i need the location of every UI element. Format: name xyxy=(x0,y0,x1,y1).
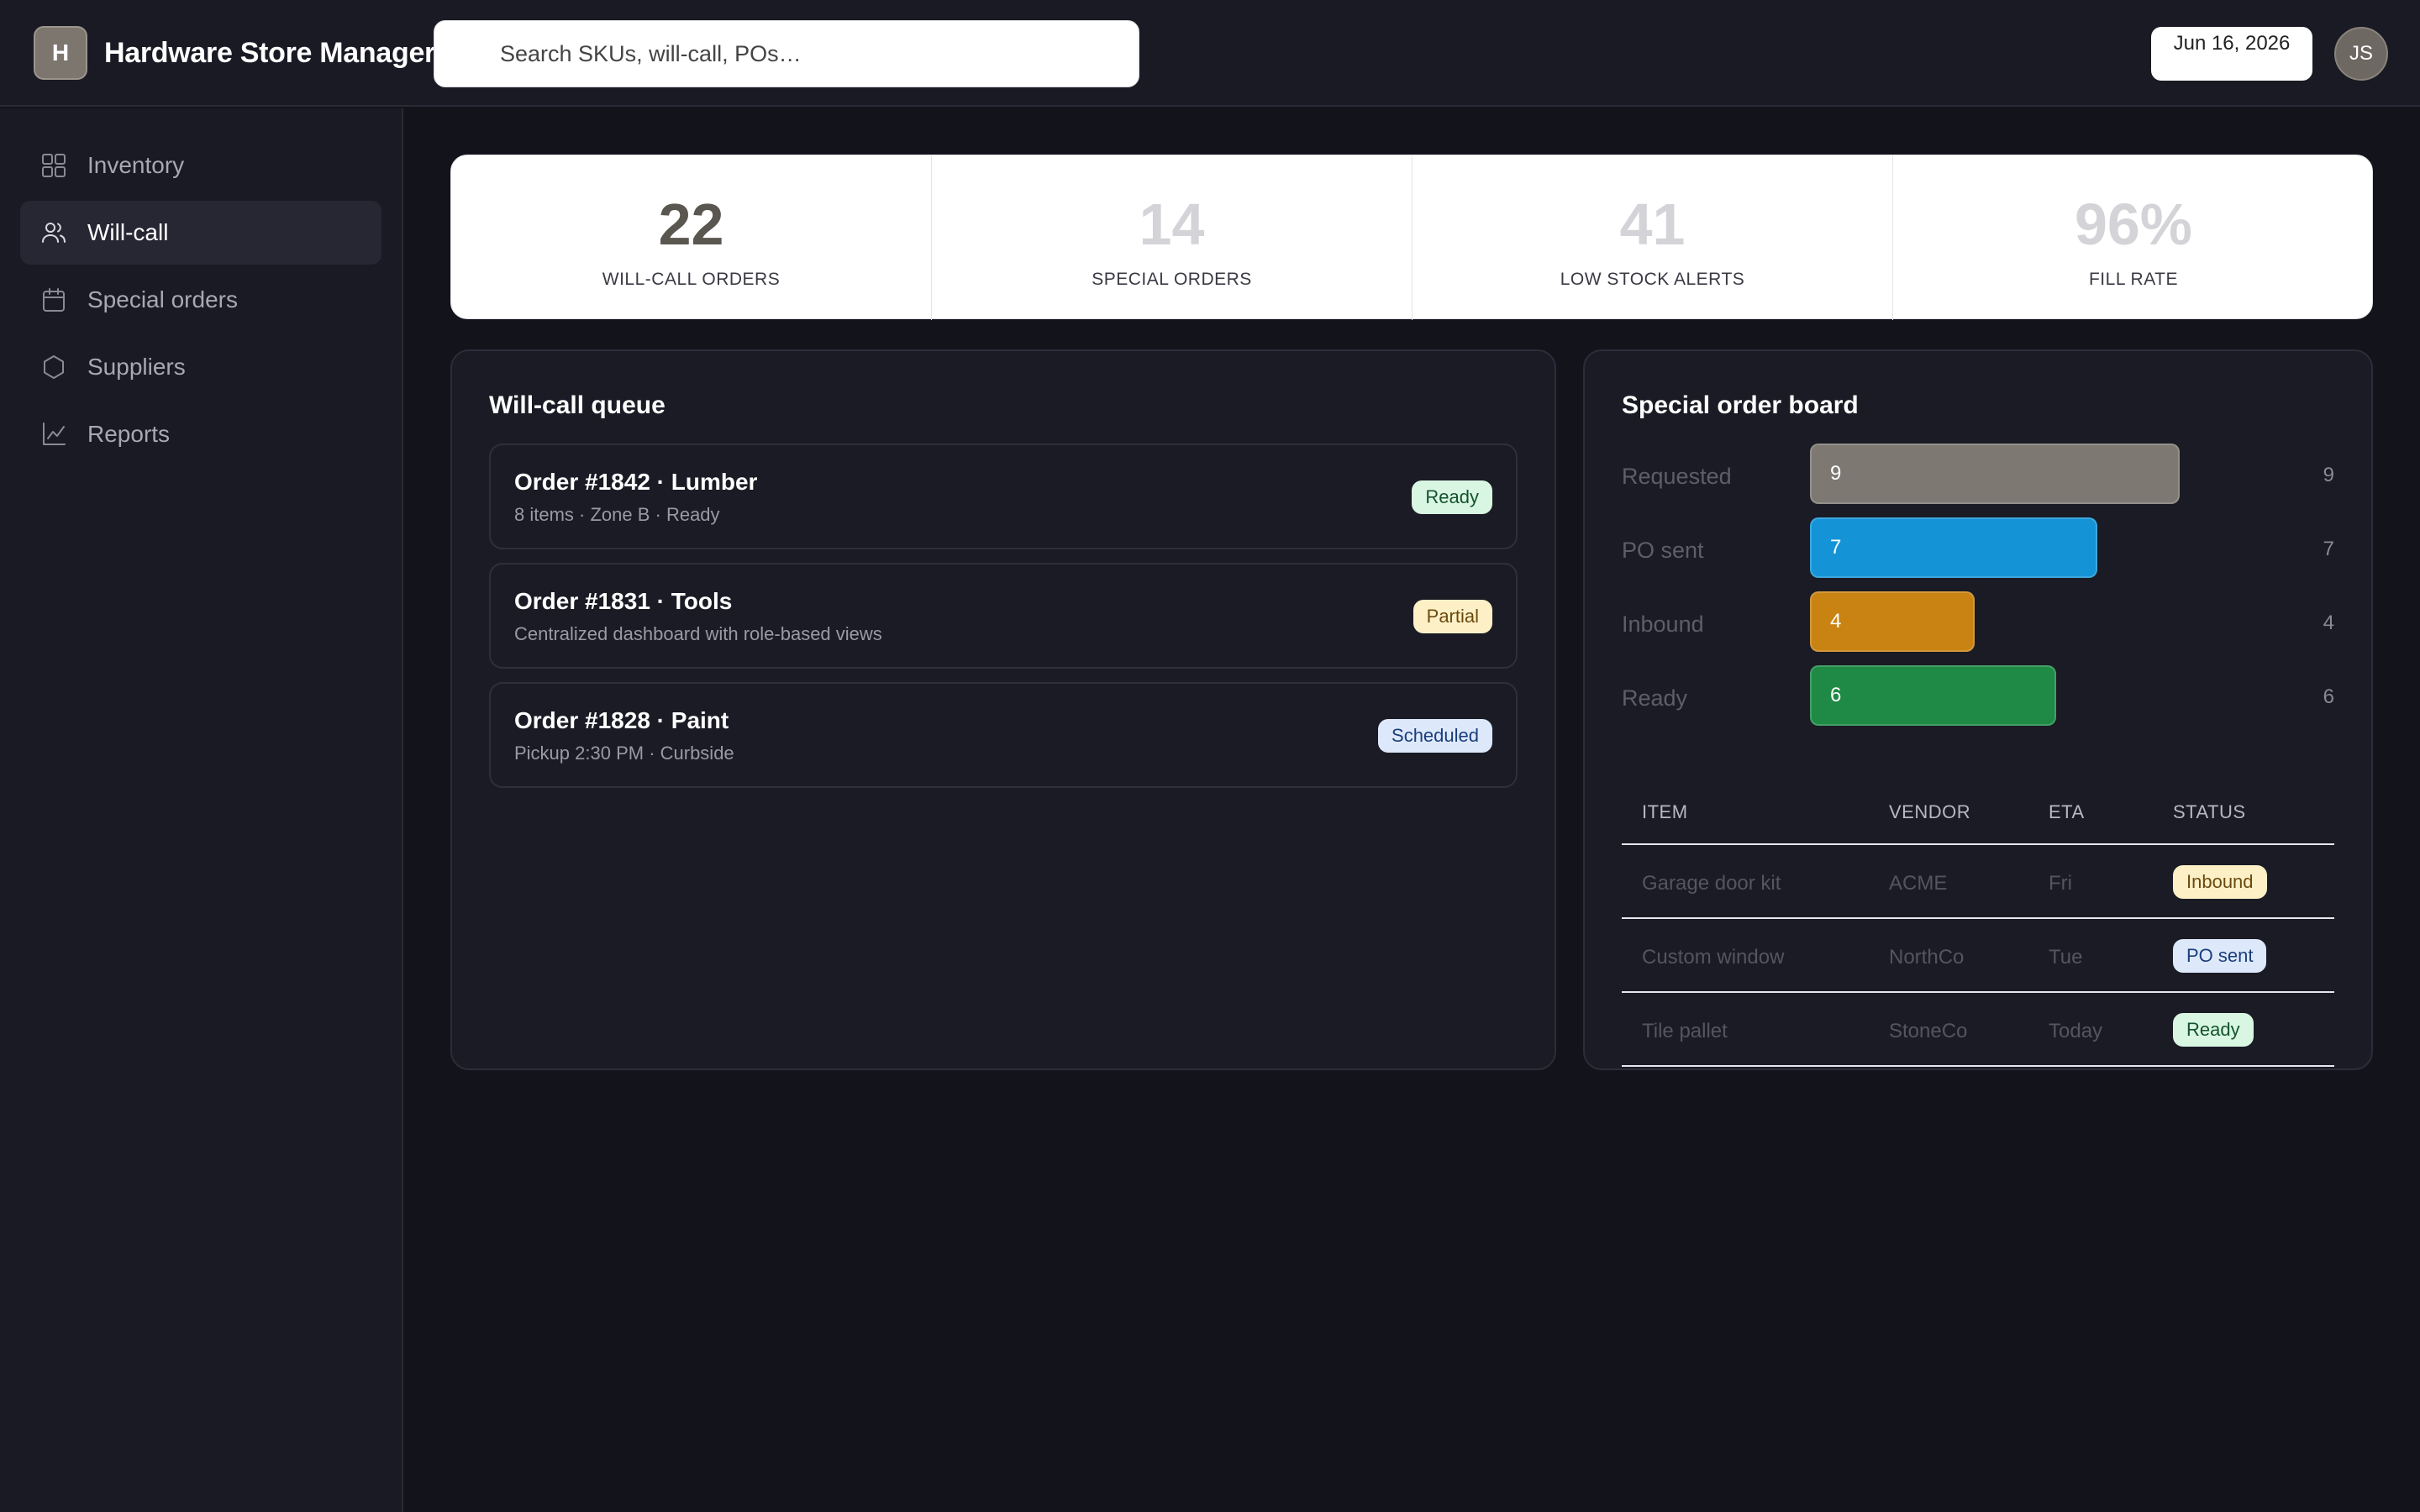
cell-vendor: StoneCo xyxy=(1889,1020,1968,1042)
queue-item-title: Order #1828 · Paint xyxy=(514,707,729,733)
kpi-label: LOW STOCK ALERTS xyxy=(1560,270,1745,289)
table-row[interactable]: Tile pallet StoneCo Today Ready xyxy=(1622,993,2334,1067)
hexagon-icon xyxy=(44,355,64,379)
bar-requested[interactable]: 9 xyxy=(1810,444,2180,504)
bar-label-requested: Requested xyxy=(1622,464,1732,489)
queue-item[interactable]: Order #1831 · Tools Centralized dashboar… xyxy=(489,563,1518,669)
sidebar: Inventory Will-call Special orders Suppl… xyxy=(0,108,403,1512)
bar-track: 9 xyxy=(1810,444,2180,504)
cell-item: Tile pallet xyxy=(1642,1020,1728,1042)
queue-item[interactable]: Order #1828 · Paint Pickup 2:30 PM · Cur… xyxy=(489,682,1518,788)
cell-item: Garage door kit xyxy=(1642,872,1781,895)
queue-item-title: Order #1842 · Lumber xyxy=(514,469,758,495)
bar-label-po-sent: PO sent xyxy=(1622,538,1704,563)
kpi-special-orders: 14 SPECIAL ORDERS xyxy=(932,155,1413,320)
users-icon xyxy=(42,223,66,243)
bar-label-inbound: Inbound xyxy=(1622,612,1704,637)
status-badge: Ready xyxy=(1412,480,1492,514)
bar-count: 6 xyxy=(2323,685,2334,708)
will-call-queue-panel: Will-call queue Order #1842 · Lumber 8 i… xyxy=(450,349,1556,1070)
status-badge: Ready xyxy=(2173,1013,2254,1047)
sidebar-item-reports[interactable]: Reports xyxy=(20,402,381,466)
bar-track: 7 xyxy=(1810,517,2180,578)
bar-count: 7 xyxy=(2323,538,2334,560)
special-order-board-panel: Special order board Requested 9 9 PO sen… xyxy=(1583,349,2373,1070)
kpi-label: SPECIAL ORDERS xyxy=(1092,270,1252,289)
bar-count: 4 xyxy=(2323,612,2334,634)
queue-item-subtitle: Centralized dashboard with role-based vi… xyxy=(514,623,882,644)
panel-title: Will-call queue xyxy=(489,391,666,419)
kpi-fill-rate: 96% FILL RATE xyxy=(1893,155,2374,320)
kpi-value: 14 xyxy=(1139,192,1205,257)
sidebar-item-inventory[interactable]: Inventory xyxy=(20,134,381,197)
cell-item: Custom window xyxy=(1642,946,1785,969)
sidebar-item-suppliers[interactable]: Suppliers xyxy=(20,335,381,399)
sidebar-item-label: Special orders xyxy=(87,286,238,312)
kpi-summary-card: 22 WILL-CALL ORDERS 14 SPECIAL ORDERS 41… xyxy=(450,155,2374,320)
status-badge: Partial xyxy=(1413,600,1492,633)
cell-eta: Fri xyxy=(2049,872,2072,895)
table-row[interactable]: Garage door kit ACME Fri Inbound xyxy=(1622,845,2334,919)
queue-item-subtitle: Pickup 2:30 PM · Curbside xyxy=(514,743,734,764)
app-title: Hardware Store Manager xyxy=(104,37,435,69)
bar-ready[interactable]: 6 xyxy=(1810,665,2056,726)
sidebar-item-label: Inventory xyxy=(87,152,185,178)
bar-count: 9 xyxy=(2323,464,2334,486)
queue-item-subtitle: 8 items · Zone B · Ready xyxy=(514,504,720,525)
user-avatar[interactable]: JS xyxy=(2334,27,2388,81)
kpi-label: FILL RATE xyxy=(2088,270,2179,289)
bar-label-ready: Ready xyxy=(1622,685,1688,711)
kpi-value: 96% xyxy=(2074,192,2193,257)
sidebar-item-special-orders[interactable]: Special orders xyxy=(20,268,381,332)
queue-item-title: Order #1831 · Tools xyxy=(514,588,733,614)
column-header-vendor[interactable]: VENDOR xyxy=(1889,801,1970,823)
status-badge: Inbound xyxy=(2173,865,2267,899)
kpi-value: 22 xyxy=(658,192,724,257)
cell-eta: Tue xyxy=(2049,946,2083,969)
column-header-eta[interactable]: ETA xyxy=(2049,801,2085,823)
app-root: H Hardware Store Manager Jun 16, 2026 JS… xyxy=(0,0,2420,1512)
status-badge: PO sent xyxy=(2173,939,2267,973)
column-header-item[interactable]: ITEM xyxy=(1642,801,1688,823)
line-chart-icon xyxy=(43,423,66,445)
sidebar-item-label: Suppliers xyxy=(87,354,186,380)
cell-eta: Today xyxy=(2049,1020,2103,1042)
queue-item[interactable]: Order #1842 · Lumber 8 items · Zone B · … xyxy=(489,444,1518,549)
cell-vendor: ACME xyxy=(1889,872,1948,895)
bar-inbound[interactable]: 4 xyxy=(1810,591,1975,652)
kpi-low-stock-alerts: 41 LOW STOCK ALERTS xyxy=(1413,155,1893,320)
search-input[interactable] xyxy=(434,21,1139,87)
sidebar-item-label: Will-call xyxy=(87,219,169,245)
top-header: H Hardware Store Manager Jun 16, 2026 JS xyxy=(0,0,2420,107)
date-chip[interactable]: Jun 16, 2026 xyxy=(2151,27,2312,81)
sidebar-item-label: Reports xyxy=(87,421,171,447)
bar-track: 6 xyxy=(1810,665,2180,726)
search-box[interactable] xyxy=(434,20,1139,87)
calendar-icon xyxy=(43,288,65,312)
table-header: ITEM VENDOR ETA STATUS xyxy=(1622,771,2334,845)
bar-track: 4 xyxy=(1810,591,2180,652)
status-badge: Scheduled xyxy=(1378,719,1492,753)
panel-title: Special order board xyxy=(1622,391,1859,419)
kpi-label: WILL-CALL ORDERS xyxy=(602,270,781,289)
column-header-status[interactable]: STATUS xyxy=(2173,801,2246,823)
sidebar-item-will-call[interactable]: Will-call xyxy=(20,201,381,265)
kpi-value: 41 xyxy=(1619,192,1686,257)
bar-po-sent[interactable]: 7 xyxy=(1810,517,2097,578)
kpi-will-call-orders: 22 WILL-CALL ORDERS xyxy=(451,155,932,320)
grid-icon xyxy=(42,154,66,177)
app-logo: H xyxy=(34,26,87,80)
table-row[interactable]: Custom window NorthCo Tue PO sent xyxy=(1622,919,2334,993)
cell-vendor: NorthCo xyxy=(1889,946,1965,969)
